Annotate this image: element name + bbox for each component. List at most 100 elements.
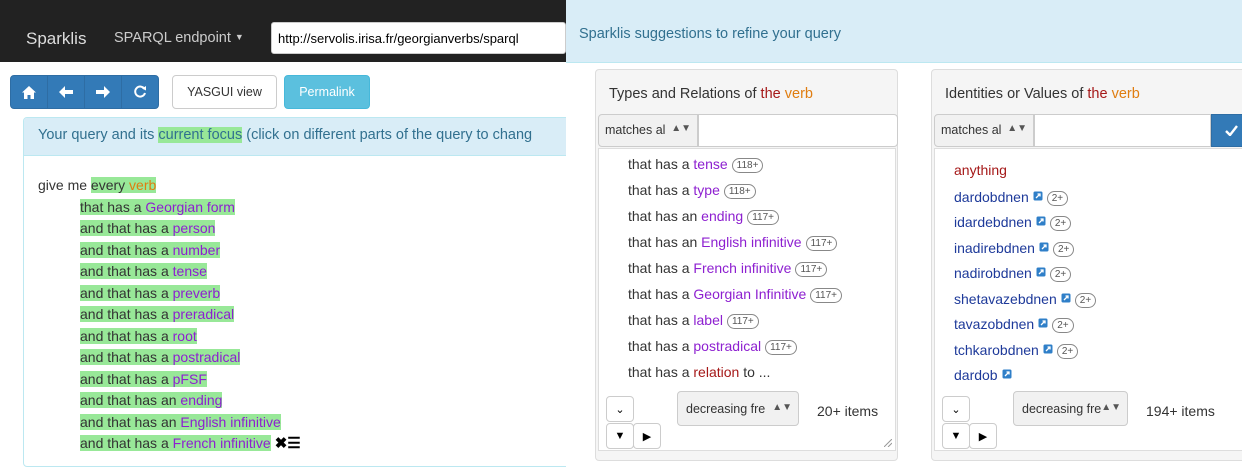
ids-list-item[interactable]: nadirobdnen 2+ [954, 261, 1242, 287]
types-list-item[interactable]: that has an English infinitive 117+ [628, 231, 895, 257]
types-sort-down-button[interactable]: ▼ [606, 423, 634, 449]
query-line-text: and that has a preradical [80, 306, 235, 322]
external-link-icon[interactable] [1033, 185, 1043, 207]
query-line-prefix: and that has a [80, 220, 173, 236]
query-line[interactable]: and that has a pFSF [38, 369, 566, 391]
ids-sort-select[interactable]: decreasing fre ▲▼ [1013, 391, 1128, 426]
query-line-term: person [172, 220, 216, 236]
ids-filter-input[interactable] [1034, 114, 1211, 147]
select-arrows-icon: ▲▼ [671, 123, 691, 134]
chevron-down-icon: ⌄ [951, 403, 961, 416]
types-match-select[interactable]: matches al ▲▼ [598, 114, 698, 147]
delete-focus-icon[interactable]: ✖☰ [275, 435, 301, 452]
endpoint-url-input[interactable] [271, 22, 566, 54]
query-line[interactable]: and that has a preverb [38, 283, 566, 305]
query-line[interactable]: and that has an English infinitive [38, 412, 566, 434]
forward-button[interactable] [84, 75, 122, 109]
query-line[interactable]: that has a Georgian form [38, 197, 566, 219]
types-item-term: tense [693, 156, 728, 172]
ids-box-title: Identities or Values of the verb [945, 86, 1140, 102]
ids-title-verb: verb [1111, 86, 1140, 102]
identities-values-box: Identities or Values of the verb matches… [931, 69, 1242, 461]
query-line[interactable]: and that has a tense [38, 261, 566, 283]
types-list-item[interactable]: that has a French infinitive 117+ [628, 257, 895, 283]
ids-sort-down-button[interactable]: ▼ [942, 423, 970, 449]
ids-list-item[interactable]: inadirebdnen 2+ [954, 236, 1242, 262]
query-line-prefix: that has a [80, 198, 146, 215]
query-line[interactable]: and that has a postradical [38, 347, 566, 369]
query-line[interactable]: and that has a person [38, 218, 566, 240]
query-line-term: English infinitive [180, 413, 281, 430]
query-line-prefix: and that has a [80, 306, 173, 322]
yasgui-view-button[interactable]: YASGUI view [172, 75, 277, 109]
resize-grip-icon[interactable] [884, 439, 892, 447]
query-line-text: and that has a preverb [80, 284, 221, 301]
query-line[interactable]: and that has an ending [38, 390, 566, 412]
types-item-prefix: that has a [628, 156, 694, 172]
ids-item-label: nadirobdnen [954, 265, 1032, 281]
brand-logo[interactable]: Sparklis [26, 29, 86, 49]
query-every[interactable]: every verb [90, 177, 157, 193]
home-button[interactable] [10, 75, 48, 109]
query-line-prefix: and that has a [80, 435, 173, 451]
types-list-item[interactable]: that has a postradical 117+ [628, 335, 895, 361]
query-panel: Your query and its current focus (click … [23, 117, 566, 467]
query-line[interactable]: and that has a root [38, 326, 566, 348]
apply-filter-button[interactable] [1211, 114, 1242, 147]
query-line[interactable]: and that has a number [38, 240, 566, 262]
types-collapse-button[interactable]: ⌄ [606, 396, 634, 422]
permalink-button[interactable]: Permalink [284, 75, 370, 109]
query-line[interactable]: and that has a preradical [38, 304, 566, 326]
count-badge: 117+ [795, 262, 828, 277]
triangle-right-icon: ▶ [642, 430, 652, 443]
types-list-item[interactable]: that has a relation to ... [628, 361, 895, 387]
ids-expand-button[interactable]: ▶ [969, 423, 997, 449]
caret-down-icon: ▼ [234, 32, 244, 42]
types-filter-input[interactable] [698, 114, 898, 147]
types-item-term: French infinitive [693, 260, 792, 276]
back-button[interactable] [47, 75, 85, 109]
external-link-icon[interactable] [1039, 236, 1049, 258]
types-expand-button[interactable]: ▶ [633, 423, 661, 449]
ids-list-item[interactable]: dardobdnen 2+ [954, 185, 1242, 211]
ids-item-label: tavazobdnen [954, 316, 1035, 332]
query-line-term: tense [172, 263, 207, 279]
types-item-term: label [693, 312, 723, 328]
ids-match-select[interactable]: matches al ▲▼ [934, 114, 1034, 147]
types-item-term: Georgian Infinitive [693, 286, 807, 302]
anything-item[interactable]: anything [954, 159, 1242, 185]
types-list-item[interactable]: that has a type 118+ [628, 179, 895, 205]
types-list-item[interactable]: that has a label 117+ [628, 309, 895, 335]
types-list-item[interactable]: that has a tense 118+ [628, 153, 895, 179]
external-link-icon[interactable] [1038, 312, 1048, 334]
external-link-icon[interactable] [1036, 261, 1046, 283]
query-line-root[interactable]: give me every verb [38, 175, 566, 197]
query-heading-post: (click on different parts of the query t… [242, 127, 533, 143]
sparql-endpoint-menu[interactable]: SPARQL endpoint ▼ [114, 30, 244, 46]
refresh-button[interactable] [121, 75, 159, 109]
ids-list-item[interactable]: tavazobdnen 2+ [954, 312, 1242, 338]
ids-list-item[interactable]: tchkarobdnen 2+ [954, 338, 1242, 364]
external-link-icon[interactable] [1036, 210, 1046, 232]
ids-list-item[interactable]: idardebdnen 2+ [954, 210, 1242, 236]
ids-collapse-button[interactable]: ⌄ [942, 396, 970, 422]
ids-list-item[interactable]: dardob [954, 363, 1242, 389]
count-badge: 2+ [1056, 343, 1079, 359]
home-icon [22, 85, 36, 99]
ids-title-pre: Identities or Values of [945, 86, 1088, 102]
external-link-icon[interactable] [1002, 363, 1012, 385]
external-link-icon[interactable] [1061, 287, 1071, 309]
types-list-item[interactable]: that has a Georgian Infinitive 117+ [628, 283, 895, 309]
count-badge: 117+ [765, 340, 797, 355]
types-title-the: the [760, 86, 781, 102]
ids-list-inner: anything dardobdnen 2+ idardebdnen 2+ inadir… [935, 149, 1242, 389]
types-sort-select[interactable]: decreasing fre ▲▼ [677, 391, 799, 426]
external-link-icon[interactable] [1043, 338, 1053, 360]
query-pane: Sparklis SPARQL endpoint▼ YASGUI view Pe… [0, 0, 566, 469]
types-item-prefix: that has a [628, 182, 694, 198]
types-list-item[interactable]: that has an ending 117+ [628, 205, 895, 231]
query-line[interactable]: and that has a French infinitive ✖☰ [38, 433, 566, 455]
ids-list-item[interactable]: shetavazebdnen 2+ [954, 287, 1242, 313]
count-badge: 2+ [1049, 267, 1072, 282]
select-arrows-icon: ▲▼ [772, 402, 792, 413]
